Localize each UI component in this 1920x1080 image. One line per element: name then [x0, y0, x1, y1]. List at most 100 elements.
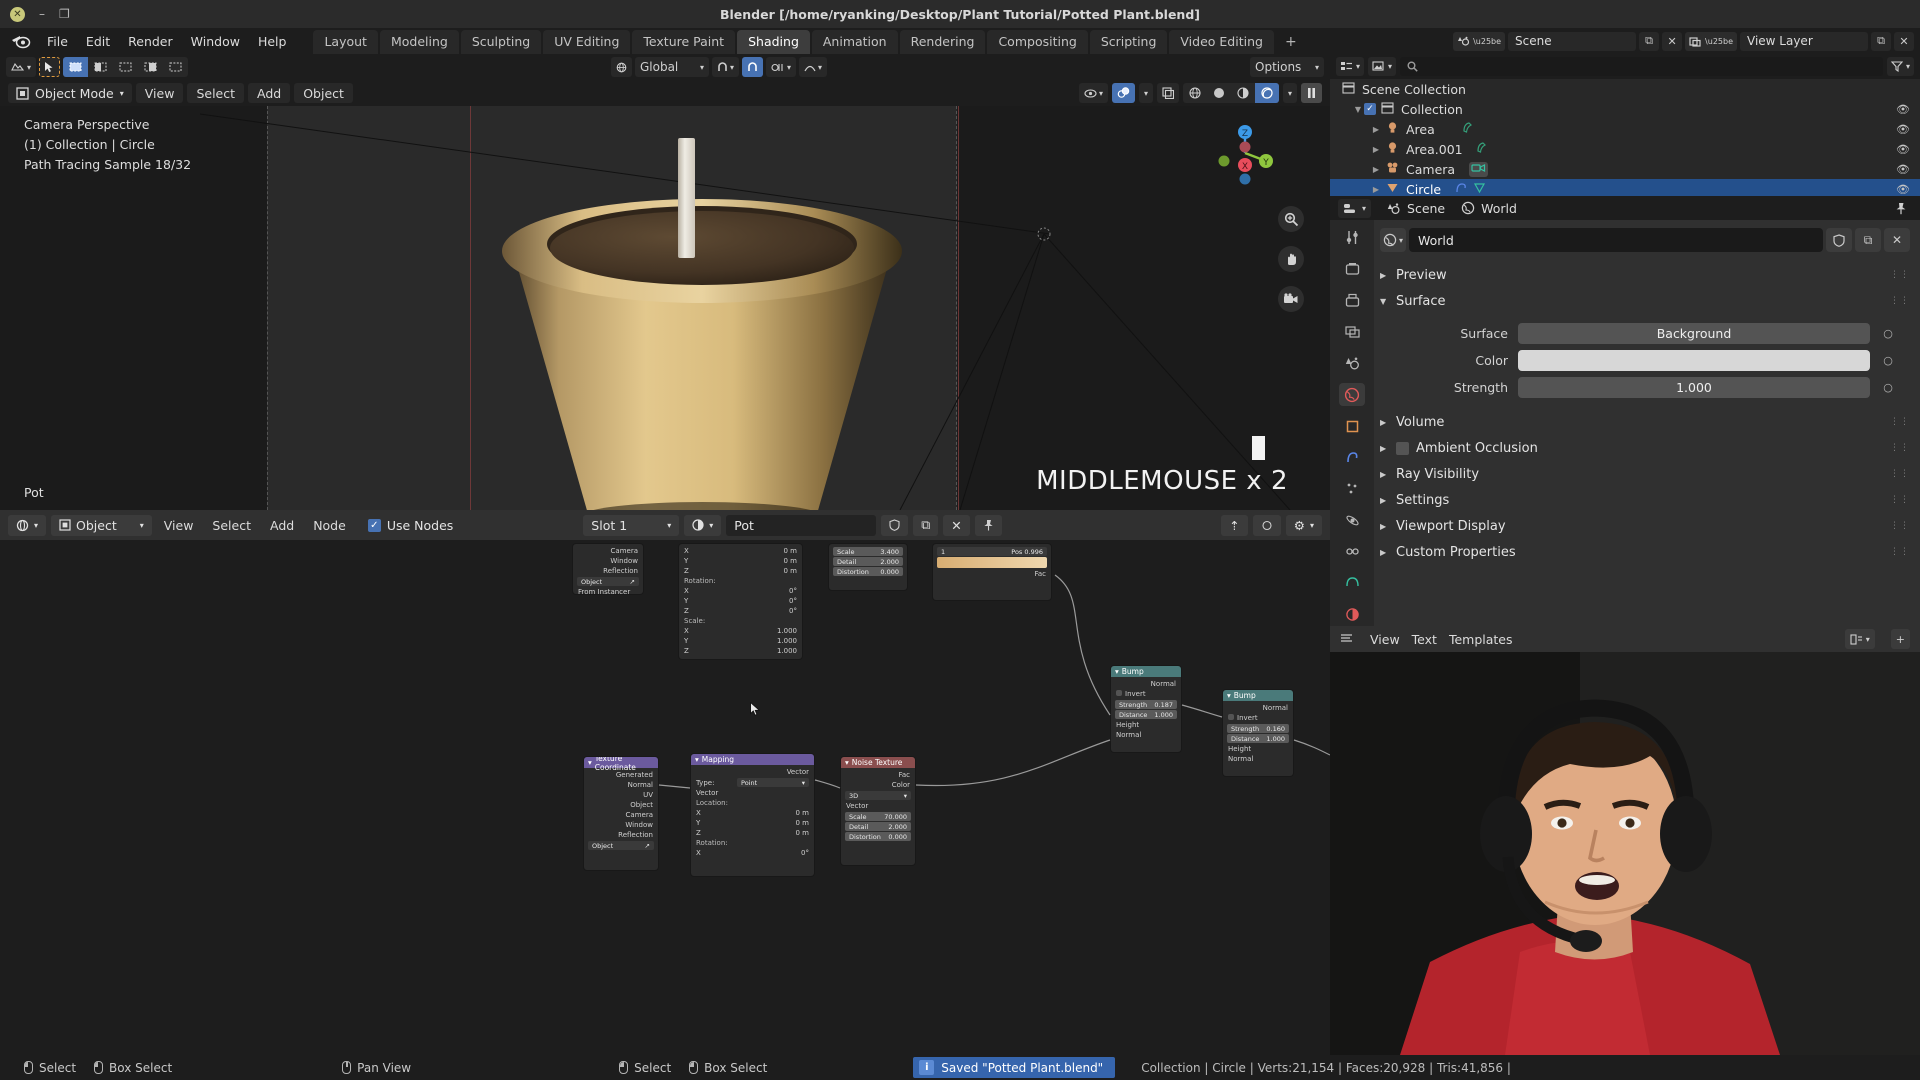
drag-handle[interactable]: ⋮⋮: [1890, 495, 1910, 505]
bump2-distance[interactable]: Distance1.000: [1227, 734, 1289, 743]
bump1-invert[interactable]: Invert: [1111, 689, 1181, 699]
node-object-field[interactable]: Object↗: [577, 577, 639, 586]
tweak-tool-icon[interactable]: [39, 57, 60, 77]
texcoord-object-field[interactable]: Object↗: [588, 841, 654, 850]
rot-x-val[interactable]: 0°: [789, 587, 797, 595]
section-ray-visibility[interactable]: ▶ Ray Visibility ⋮⋮: [1380, 461, 1910, 487]
node-output-reflection[interactable]: Reflection: [573, 566, 643, 576]
fake-user-icon[interactable]: [881, 515, 908, 536]
node-texcoord-header[interactable]: ▾Texture Coordinate: [584, 757, 658, 768]
duplicate-world-icon[interactable]: ⧉: [1855, 228, 1881, 252]
node-colorramp[interactable]: 1Pos 0.996 Fac: [932, 543, 1052, 601]
drag-handle[interactable]: ⋮⋮: [1890, 521, 1910, 531]
viewport-menu-view[interactable]: View: [136, 83, 184, 103]
bump1-input-normal[interactable]: Normal: [1111, 730, 1181, 740]
properties-editor-type-icon[interactable]: ▾: [1338, 199, 1371, 218]
chevron-right-icon[interactable]: ▶: [1370, 125, 1382, 134]
camera-icon[interactable]: [1278, 286, 1304, 312]
use-nodes-checkbox[interactable]: ✓ Use Nodes: [368, 518, 453, 533]
outliner-display-mode-icon[interactable]: ▾: [1368, 57, 1396, 76]
texcoord-window[interactable]: Window: [584, 820, 658, 830]
drag-handle[interactable]: ⋮⋮: [1890, 469, 1910, 479]
text-menu-templates[interactable]: Templates: [1449, 632, 1513, 647]
mrot-x-val[interactable]: 0°: [801, 849, 809, 857]
noise-output-fac[interactable]: Fac: [841, 770, 915, 780]
viewport-menu-object[interactable]: Object: [294, 83, 353, 103]
duplicate-material-icon[interactable]: ⧉: [913, 515, 938, 536]
unlink-material-icon[interactable]: ✕: [943, 515, 969, 536]
render-properties-icon[interactable]: [1339, 257, 1365, 280]
noise2-detail[interactable]: Detail2.000: [833, 557, 903, 566]
tab-rendering[interactable]: Rendering: [900, 30, 986, 54]
viewport-menu-select[interactable]: Select: [187, 83, 244, 103]
visibility-eye-icon[interactable]: ▾: [1079, 83, 1108, 103]
pin-icon[interactable]: [1890, 199, 1912, 218]
maximize-icon[interactable]: ❐: [59, 8, 70, 20]
map-y-val[interactable]: 0 m: [784, 557, 798, 565]
noise-distortion[interactable]: Distortion0.000: [845, 832, 911, 841]
new-scene-icon[interactable]: ⧉: [1639, 32, 1659, 51]
rendered-shading-icon[interactable]: [1255, 83, 1279, 103]
bump1-output-normal[interactable]: Normal: [1111, 679, 1181, 689]
editor-type-icon[interactable]: ▾: [8, 515, 46, 536]
scene-properties-icon[interactable]: [1339, 352, 1365, 375]
bump1-distance[interactable]: Distance1.000: [1115, 710, 1177, 719]
object-properties-icon[interactable]: [1339, 414, 1365, 437]
add-workspace-button[interactable]: +: [1276, 30, 1306, 54]
viewport-canvas[interactable]: Camera Perspective (1) Collection | Circ…: [0, 106, 1330, 510]
new-text-icon[interactable]: ▾: [1845, 629, 1875, 649]
texcoord-reflection[interactable]: Reflection: [584, 830, 658, 840]
node-mapping-upper[interactable]: X0 m Y0 m Z0 m Rotation: X0° Y0° Z0° Sca…: [678, 543, 803, 660]
material-icon[interactable]: [1473, 182, 1486, 197]
shader-menu-select[interactable]: Select: [205, 518, 258, 533]
bump2-input-normal[interactable]: Normal: [1223, 754, 1293, 764]
overlay-toggle-icon[interactable]: [1253, 515, 1281, 536]
constraint-properties-icon[interactable]: [1339, 540, 1365, 563]
proportional-falloff-icon[interactable]: ▾: [799, 57, 827, 77]
section-viewport-display[interactable]: ▶ Viewport Display ⋮⋮: [1380, 513, 1910, 539]
drag-handle[interactable]: ⋮⋮: [1890, 296, 1910, 306]
menu-edit[interactable]: Edit: [77, 31, 119, 52]
scl-y-val[interactable]: 1.000: [777, 637, 797, 645]
eye-icon[interactable]: 👁: [1896, 103, 1910, 116]
node-bump-1-header[interactable]: ▾Bump: [1111, 666, 1181, 677]
node-texture-coordinate-upper[interactable]: Camera Window Reflection Object↗ From In…: [572, 543, 644, 595]
tab-sculpting[interactable]: Sculpting: [461, 30, 541, 54]
section-ambient-occlusion[interactable]: ▶ Ambient Occlusion ⋮⋮: [1380, 435, 1910, 461]
view-layer-browse-icon[interactable]: \u25be: [1685, 32, 1737, 51]
wireframe-shading-icon[interactable]: [1183, 83, 1207, 103]
mapping-output-vector[interactable]: Vector: [691, 767, 814, 777]
select-invert-icon[interactable]: [138, 57, 163, 77]
navigation-gizmo[interactable]: Z Y X: [1212, 120, 1278, 186]
select-extend-icon[interactable]: [88, 57, 113, 77]
section-surface[interactable]: ▼ Surface ⋮⋮: [1380, 288, 1910, 314]
tab-animation[interactable]: Animation: [812, 30, 898, 54]
node-from-instancer[interactable]: From Instancer: [573, 587, 643, 595]
remove-view-layer-icon[interactable]: ✕: [1894, 32, 1914, 51]
noise-input-vector[interactable]: Vector: [841, 801, 915, 811]
bump2-invert[interactable]: Invert: [1223, 713, 1293, 723]
physics-properties-icon[interactable]: [1339, 509, 1365, 532]
node-graph-canvas[interactable]: Camera Window Reflection Object↗ From In…: [0, 540, 1330, 1055]
data-properties-icon[interactable]: [1339, 571, 1365, 594]
tool-properties-icon[interactable]: [1339, 226, 1365, 249]
shader-editor[interactable]: ▾ Object ▾ View Select Add Node ✓ Use No…: [0, 510, 1330, 1055]
world-properties-icon[interactable]: [1339, 383, 1365, 406]
tab-video-editing[interactable]: Video Editing: [1169, 30, 1274, 54]
outliner-editor[interactable]: ▾ ▾ ▾ Scene Collection: [1330, 54, 1920, 196]
breadcrumb-world[interactable]: World: [1461, 201, 1517, 216]
tab-shading[interactable]: Shading: [737, 30, 810, 54]
chevron-right-icon[interactable]: ▶: [1370, 165, 1382, 174]
chevron-right-icon[interactable]: ▶: [1370, 145, 1382, 154]
noise-scale[interactable]: Scale70.000: [845, 812, 911, 821]
texcoord-normal[interactable]: Normal: [584, 780, 658, 790]
text-editor-body[interactable]: [1330, 652, 1920, 1055]
texcoord-object[interactable]: Object: [584, 800, 658, 810]
section-preview[interactable]: ▶ Preview ⋮⋮: [1380, 262, 1910, 288]
text-menu-text[interactable]: Text: [1412, 632, 1437, 647]
animate-property-icon[interactable]: ○: [1880, 354, 1896, 367]
show-gizmo-icon[interactable]: [1112, 83, 1135, 103]
menu-file[interactable]: File: [38, 31, 77, 52]
texcoord-uv[interactable]: UV: [584, 790, 658, 800]
shader-menu-add[interactable]: Add: [263, 518, 301, 533]
